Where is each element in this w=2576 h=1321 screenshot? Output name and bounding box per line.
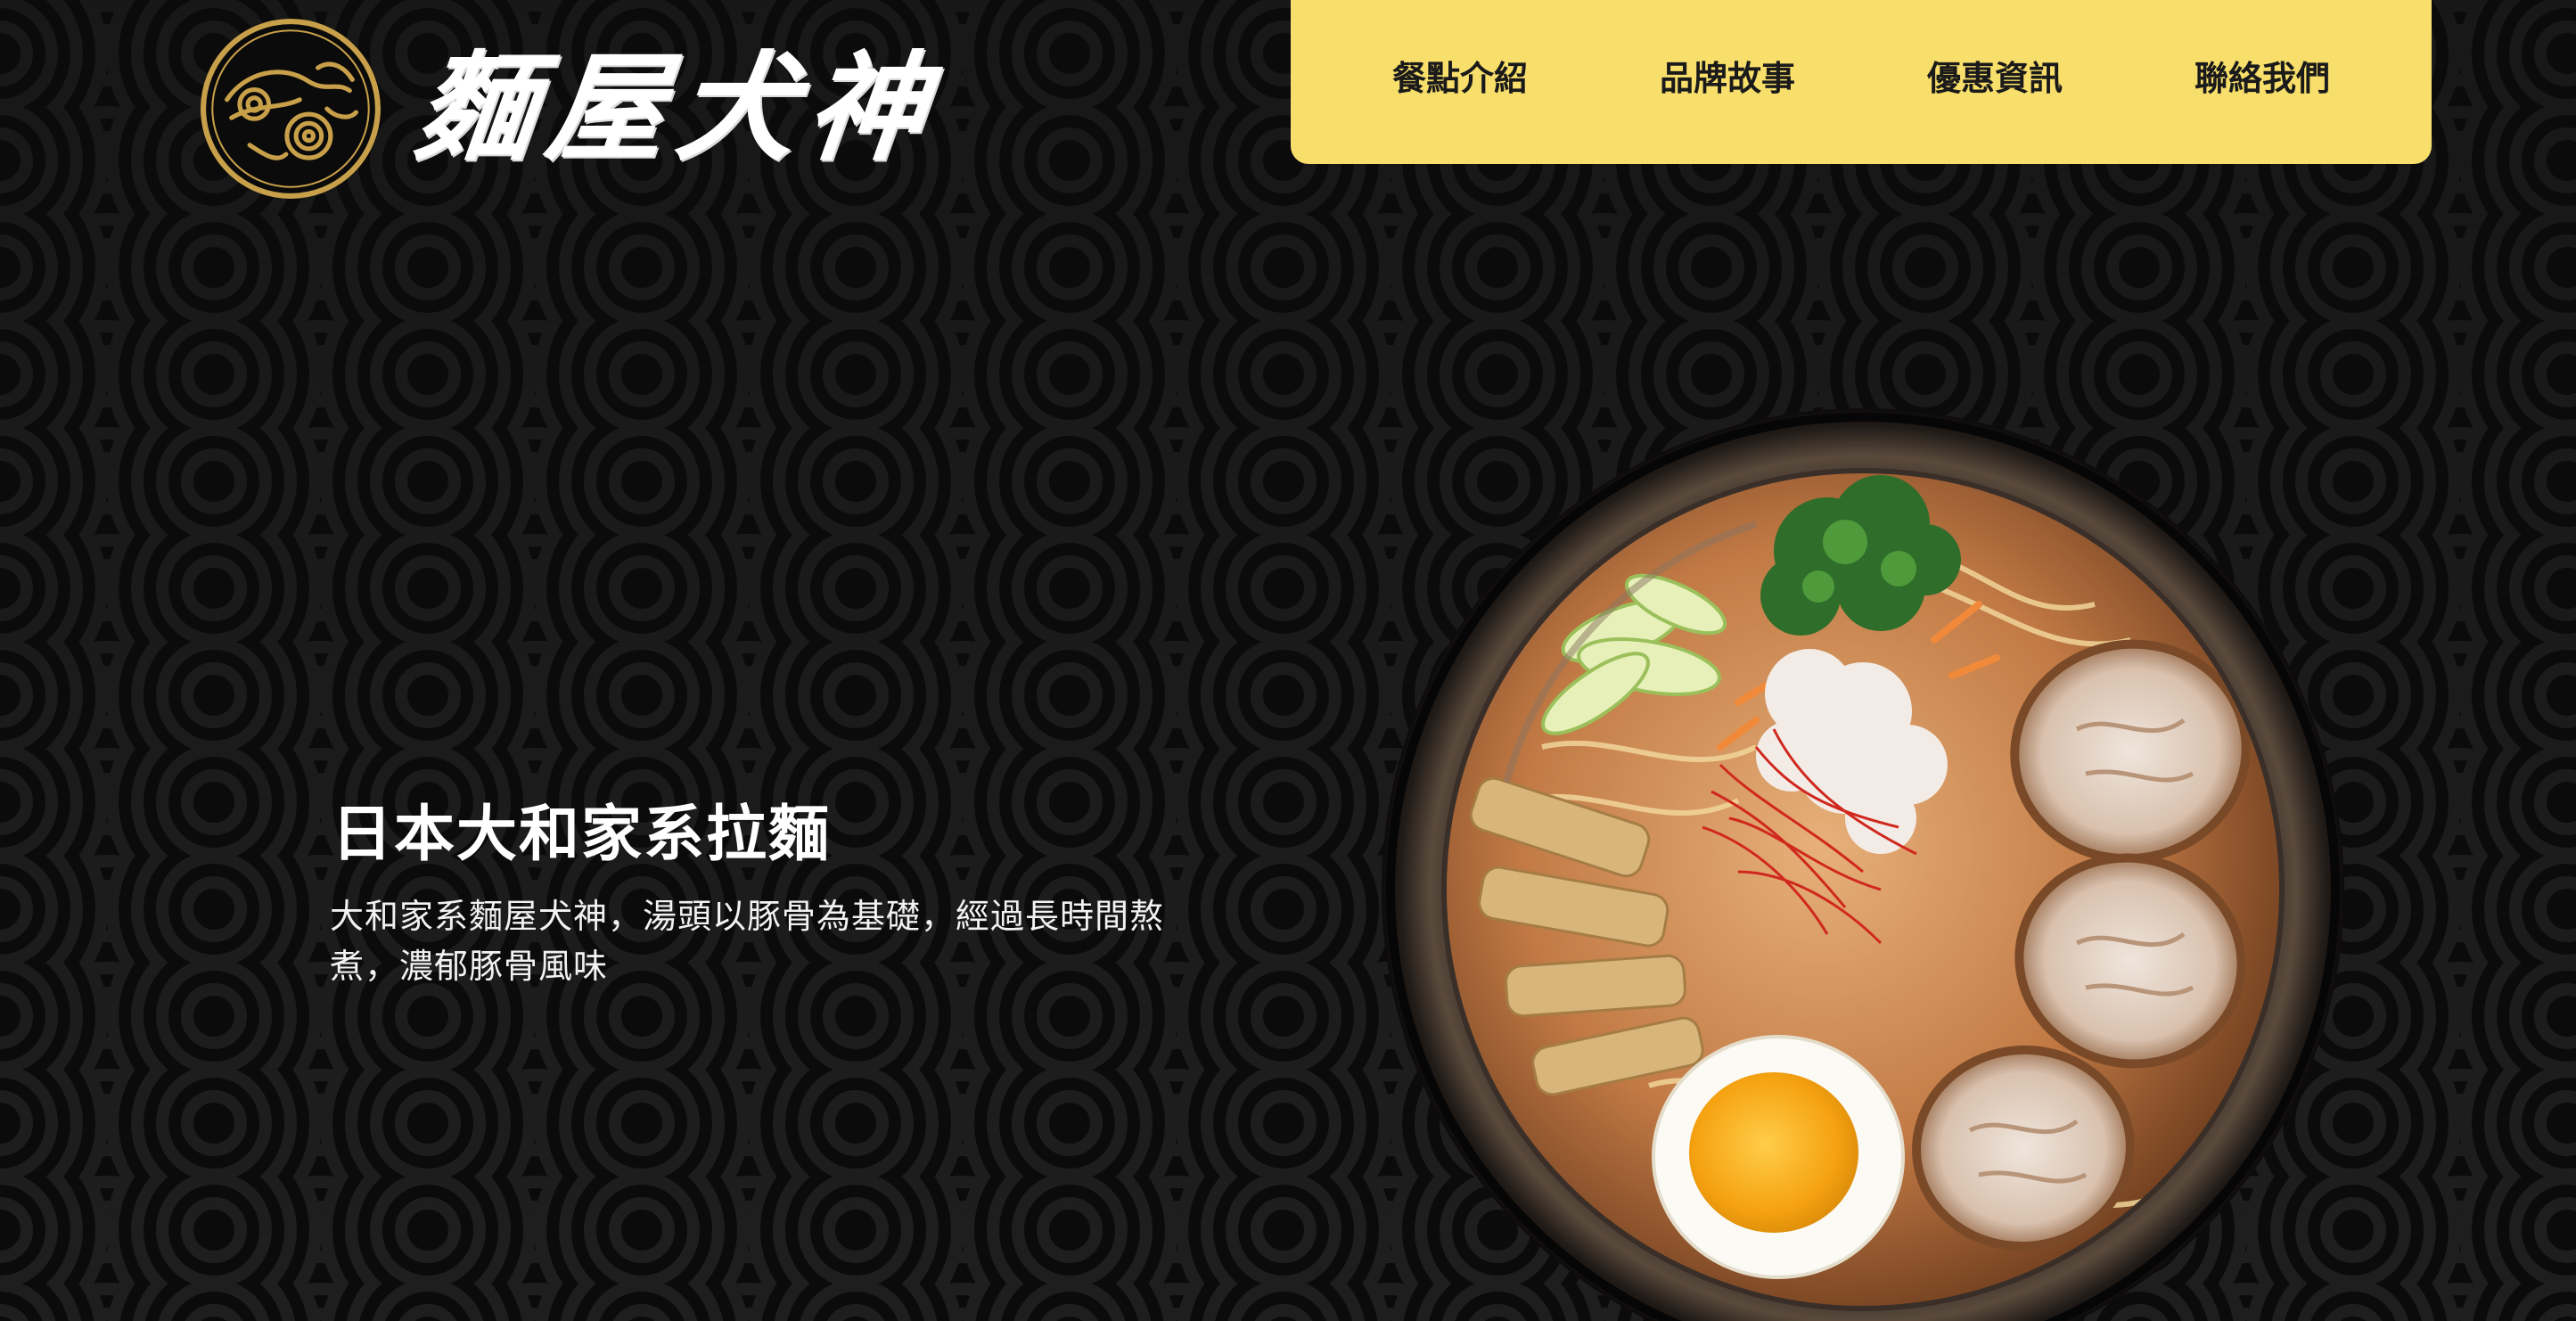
nav-item-contact[interactable]: 聯絡我們 [2195,51,2330,114]
hero-description: 大和家系麵屋犬神，湯頭以豚骨為基礎，經過長時間熬煮，濃郁豚骨風味 [330,897,1165,986]
hero-title: 日本大和家系拉麵 [332,800,832,870]
main-nav: 餐點介紹 品牌故事 優惠資訊 聯絡我們 [1291,0,2432,164]
ramen-bowl-image [1382,408,2344,1321]
nav-item-promotions[interactable]: 優惠資訊 [1927,51,2063,114]
brand-name: 麵屋犬神 [409,39,946,177]
logo-seal-icon [201,19,381,199]
nav-item-menu[interactable]: 餐點介紹 [1392,51,1528,114]
brand-logo[interactable]: 麵屋犬神 [200,18,945,200]
page: 麵屋犬神 餐點介紹 品牌故事 優惠資訊 聯絡我們 日本大和家系拉麵 大和家系麵屋… [0,0,2576,1321]
nav-item-story[interactable]: 品牌故事 [1660,51,1795,114]
